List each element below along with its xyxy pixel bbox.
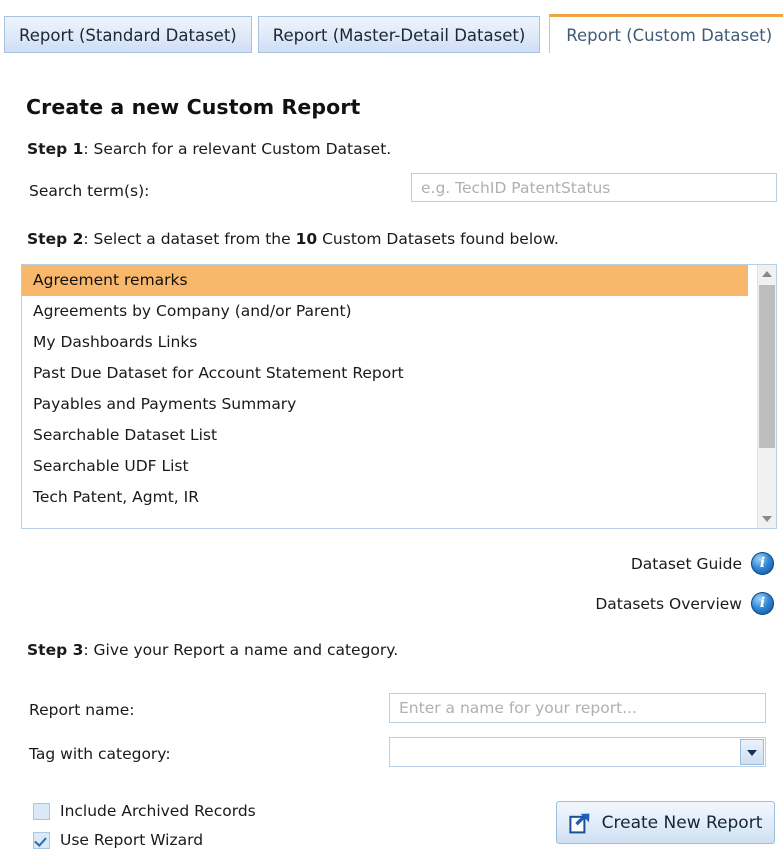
- include-archived-records-label: Include Archived Records: [60, 802, 256, 820]
- chevron-down-icon: [747, 750, 757, 756]
- dataset-list-item[interactable]: Agreement remarks: [22, 265, 748, 296]
- datasets-overview-link[interactable]: Datasets Overview i: [595, 592, 774, 615]
- step-3-text: : Give your Report a name and category.: [83, 641, 399, 659]
- dataset-list-item[interactable]: Searchable Dataset List: [22, 420, 748, 451]
- dataset-list-item[interactable]: Searchable UDF List: [22, 451, 748, 482]
- category-dropdown-button[interactable]: [740, 739, 764, 765]
- use-report-wizard-checkbox-row[interactable]: Use Report Wizard: [33, 831, 203, 849]
- dataset-count: 10: [295, 230, 318, 248]
- category-select[interactable]: [389, 737, 766, 767]
- scroll-up-button[interactable]: [758, 265, 776, 283]
- dataset-list-item[interactable]: My Dashboards Links: [22, 327, 748, 358]
- search-input[interactable]: [411, 173, 777, 202]
- step-1-instruction: Step 1: Search for a relevant Custom Dat…: [27, 140, 391, 158]
- include-archived-records-checkbox[interactable]: [33, 802, 50, 820]
- tab-bar: Report (Standard Dataset) Report (Master…: [0, 13, 783, 53]
- scrollbar-thumb[interactable]: [759, 285, 775, 448]
- create-new-report-label: Create New Report: [601, 812, 763, 833]
- report-name-input[interactable]: [389, 693, 766, 723]
- info-icon[interactable]: i: [751, 552, 774, 575]
- page-title: Create a new Custom Report: [26, 95, 361, 119]
- listbox-scrollbar[interactable]: [757, 265, 776, 528]
- dataset-list: Agreement remarks Agreements by Company (…: [22, 265, 748, 528]
- step-3-instruction: Step 3: Give your Report a name and cate…: [27, 641, 398, 659]
- tag-category-label: Tag with category:: [29, 745, 171, 763]
- step-2-instruction: Step 2: Select a dataset from the 10 Cus…: [27, 230, 559, 248]
- use-report-wizard-label: Use Report Wizard: [60, 831, 204, 849]
- dataset-guide-label: Dataset Guide: [630, 554, 742, 573]
- caret-up-icon: [762, 271, 772, 277]
- step-3-label: Step 3: [27, 641, 84, 659]
- info-icon[interactable]: i: [751, 592, 774, 615]
- dataset-list-item[interactable]: Tech Patent, Agmt, IR: [22, 482, 748, 513]
- step-2-text-before: : Select a dataset from the: [83, 230, 296, 248]
- report-name-label: Report name:: [29, 701, 135, 719]
- caret-down-icon: [762, 516, 772, 522]
- export-arrow-icon: [569, 813, 590, 833]
- step-2-label: Step 2: [27, 230, 84, 248]
- dataset-list-item[interactable]: Past Due Dataset for Account Statement R…: [22, 358, 748, 389]
- tab-report-standard-dataset[interactable]: Report (Standard Dataset): [4, 16, 252, 53]
- dataset-list-item[interactable]: Agreements by Company (and/or Parent): [22, 296, 748, 327]
- search-terms-label: Search term(s):: [29, 182, 150, 200]
- step-1-text: : Search for a relevant Custom Dataset.: [83, 140, 392, 158]
- tab-report-master-detail-dataset[interactable]: Report (Master-Detail Dataset): [257, 16, 541, 53]
- use-report-wizard-checkbox[interactable]: [33, 831, 50, 849]
- scroll-down-button[interactable]: [758, 510, 776, 528]
- step-2-text-after: Custom Datasets found below.: [317, 230, 559, 248]
- include-archived-records-checkbox-row[interactable]: Include Archived Records: [33, 802, 256, 820]
- dataset-list-item[interactable]: Payables and Payments Summary: [22, 389, 748, 420]
- dataset-guide-link[interactable]: Dataset Guide i: [631, 552, 774, 575]
- step-1-label: Step 1: [27, 140, 84, 158]
- tab-report-custom-dataset[interactable]: Report (Custom Dataset): [549, 14, 783, 53]
- dataset-listbox[interactable]: Agreement remarks Agreements by Company (…: [21, 264, 777, 529]
- create-new-report-button[interactable]: Create New Report: [556, 801, 775, 844]
- datasets-overview-label: Datasets Overview: [595, 594, 742, 613]
